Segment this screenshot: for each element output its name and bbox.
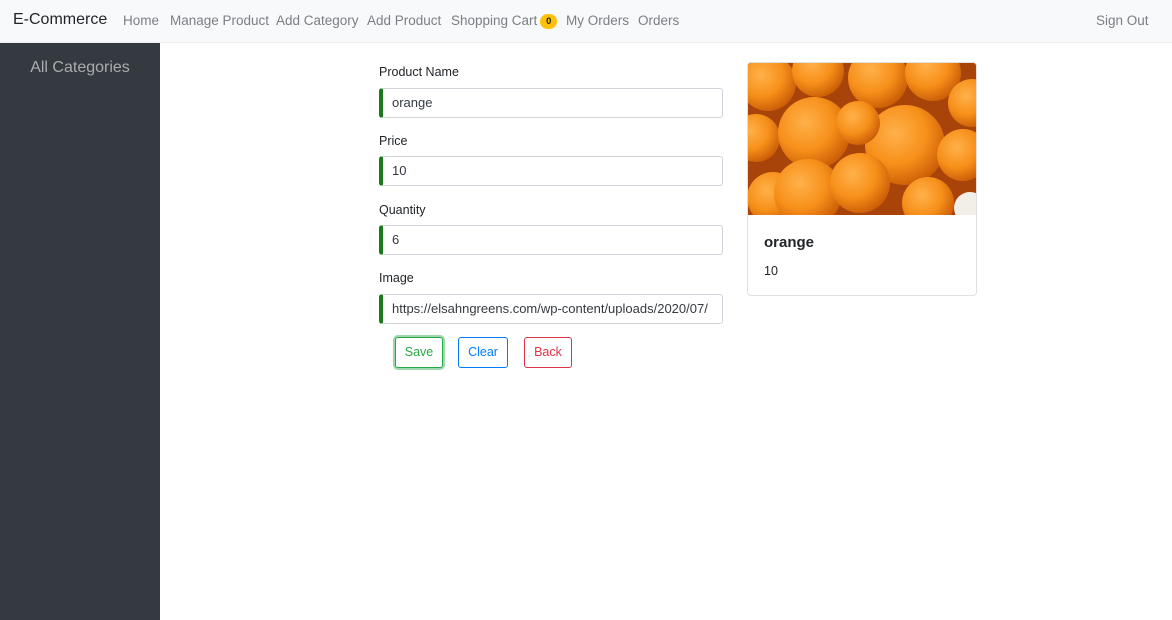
nav-add-product[interactable]: Add Product [367,13,441,28]
image-url-input[interactable]: https://elsahngreens.com/wp-content/uplo… [379,294,723,324]
nav-manage-product[interactable]: Manage Product [170,13,269,28]
sidebar: All Categories [0,43,160,620]
nav-my-orders[interactable]: My Orders [566,13,629,28]
nav-orders[interactable]: Orders [638,13,679,28]
save-button[interactable]: Save [395,337,443,368]
brand-link[interactable]: E-Commerce [13,11,107,29]
sidebar-all-categories[interactable]: All Categories [0,59,160,77]
clear-button[interactable]: Clear [458,337,508,368]
quantity-input[interactable]: 6 [379,225,723,255]
product-preview-card: orange 10 [747,62,977,296]
cart-count-badge: 0 [540,14,558,29]
price-label: Price [379,134,408,148]
nav-home[interactable]: Home [123,13,159,28]
preview-product-name: orange [764,234,815,251]
product-image [748,63,976,229]
nav-shopping-cart-label: Shopping Cart [451,13,538,28]
product-name-label: Product Name [379,65,459,79]
sign-out-link[interactable]: Sign Out [1096,13,1149,28]
product-name-input[interactable]: orange [379,88,723,118]
back-button[interactable]: Back [524,337,572,368]
quantity-label: Quantity [379,203,426,217]
price-input[interactable]: 10 [379,156,723,186]
nav-shopping-cart[interactable]: Shopping Cart 0 [451,13,558,29]
oranges-photo [748,63,976,229]
top-navbar: E-Commerce Home Manage Product Add Categ… [0,0,1172,43]
preview-product-price: 10 [764,264,778,278]
image-label: Image [379,271,414,285]
nav-add-category[interactable]: Add Category [276,13,359,28]
